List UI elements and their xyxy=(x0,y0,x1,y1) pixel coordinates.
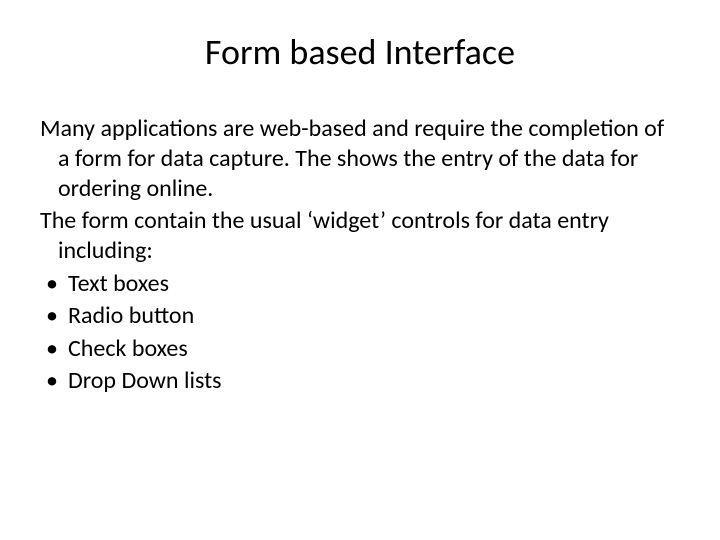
list-item: Drop Down lists xyxy=(40,365,680,397)
paragraph-2: The form contain the usual ‘widget’ cont… xyxy=(40,206,680,266)
list-item: Check boxes xyxy=(40,333,680,365)
list-item: Text boxes xyxy=(40,268,680,300)
paragraph-1: Many applications are web-based and requ… xyxy=(40,114,680,204)
slide-title: Form based Interface xyxy=(40,30,680,74)
list-item: Radio button xyxy=(40,300,680,332)
bullet-list: Text boxes Radio button Check boxes Drop… xyxy=(40,268,680,398)
